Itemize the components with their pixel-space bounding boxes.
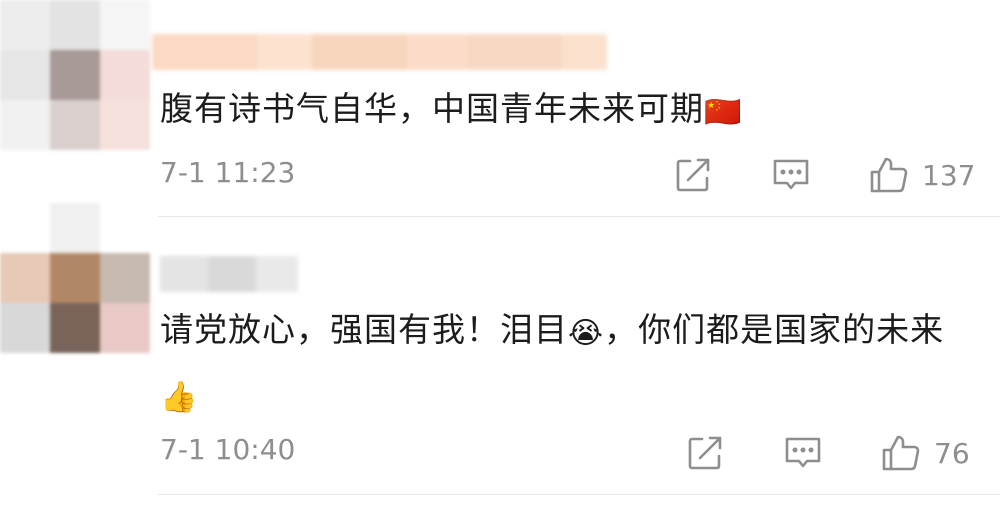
avatar-pixel: [0, 303, 50, 353]
share-icon[interactable]: [684, 432, 726, 474]
comment-text-body: 腹有诗书气自华，中国青年未来可期: [160, 89, 704, 128]
avatar[interactable]: [0, 203, 150, 353]
comment-text: 腹有诗书气自华，中国青年未来可期🇨🇳: [160, 79, 980, 143]
flag-emoji: 🇨🇳: [704, 95, 743, 130]
username-block: [160, 256, 208, 292]
like-count: 76: [934, 436, 970, 470]
username-block: [208, 256, 256, 292]
avatar-pixel: [0, 0, 50, 50]
share-icon[interactable]: [672, 154, 714, 196]
avatar-pixel: [0, 253, 50, 303]
comment-timestamp: 7-1 10:40: [160, 433, 296, 466]
comment-actions: 76: [684, 432, 970, 474]
username-blurred[interactable]: [160, 256, 298, 292]
avatar-pixel: [100, 50, 150, 100]
comment-text-part: ，你们都是国家的未来: [604, 310, 945, 349]
reply-icon[interactable]: [770, 154, 812, 196]
username-block: [562, 34, 607, 70]
comment-text: 请党放心，强国有我！泪目😭，你们都是国家的未来 👍: [160, 300, 980, 428]
like-button[interactable]: 76: [880, 432, 970, 474]
avatar-pixel: [50, 303, 100, 353]
avatar-pixel: [50, 203, 100, 253]
crying-emoji: 😭: [568, 316, 605, 351]
username-block: [407, 34, 467, 70]
divider: [158, 494, 1000, 495]
avatar-pixel: [0, 50, 50, 100]
username-blurred[interactable]: [152, 34, 607, 70]
username-block: [256, 256, 298, 292]
avatar-pixel: [50, 50, 100, 100]
avatar-pixel: [100, 253, 150, 303]
avatar-pixel: [50, 100, 100, 150]
comment-item: 腹有诗书气自华，中国青年未来可期🇨🇳 7-1 11:23 137: [0, 0, 1000, 218]
comment-text-part: 请党放心，强国有我！泪目: [160, 310, 568, 349]
avatar-pixel: [100, 303, 150, 353]
username-block: [467, 34, 562, 70]
username-block: [257, 34, 312, 70]
like-button[interactable]: 137: [868, 154, 975, 196]
comment-timestamp: 7-1 11:23: [160, 156, 296, 189]
like-count: 137: [922, 158, 976, 192]
avatar-pixel: [100, 0, 150, 50]
avatar-pixel: [100, 203, 150, 253]
avatar-pixel: [50, 253, 100, 303]
divider: [158, 216, 1000, 217]
avatar-pixel: [50, 0, 100, 50]
thumbs-up-emoji: 👍: [160, 380, 199, 415]
reply-icon[interactable]: [782, 432, 824, 474]
avatar-pixel: [0, 203, 50, 253]
thumbs-up-icon[interactable]: [868, 154, 910, 196]
avatar-pixel: [100, 100, 150, 150]
avatar[interactable]: [0, 0, 150, 150]
comment-item: 请党放心，强国有我！泪目😭，你们都是国家的未来 👍 7-1 10:40 76: [0, 203, 1000, 506]
username-block: [312, 34, 407, 70]
thumbs-up-icon[interactable]: [880, 432, 922, 474]
comment-actions: 137: [672, 154, 975, 196]
username-block: [152, 34, 257, 70]
avatar-pixel: [0, 100, 50, 150]
